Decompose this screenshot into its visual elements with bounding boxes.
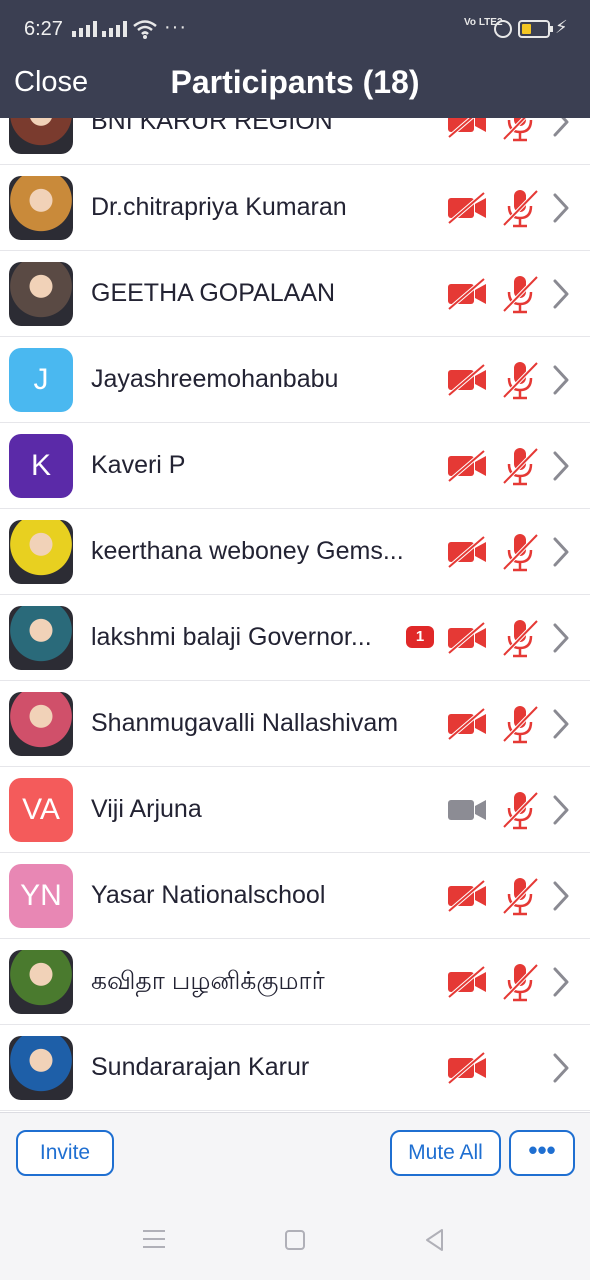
signal-icon	[72, 21, 97, 37]
invite-button[interactable]: Invite	[16, 1130, 114, 1176]
mic-muted-icon	[500, 531, 540, 573]
participant-row[interactable]: J Jayashreemohanbabu	[0, 337, 590, 423]
mic-muted-icon	[500, 961, 540, 1003]
mute-all-button[interactable]: Mute All	[390, 1130, 501, 1176]
chevron-right-icon[interactable]	[551, 536, 571, 568]
avatar: J	[9, 348, 73, 412]
chevron-right-icon[interactable]	[551, 1052, 571, 1084]
more-options-button[interactable]: •••	[509, 1130, 575, 1176]
mic-muted-icon	[500, 875, 540, 917]
recent-apps-icon[interactable]	[143, 1230, 165, 1248]
chevron-right-icon[interactable]	[551, 966, 571, 998]
mic-muted-icon	[500, 273, 540, 315]
avatar	[9, 950, 73, 1014]
participant-list[interactable]: BNI KARUR REGION Dr.chitrapriya Kumaran GE…	[0, 118, 590, 1112]
avatar: YN	[9, 864, 73, 928]
video-off-icon	[446, 275, 488, 313]
chevron-right-icon[interactable]	[551, 794, 571, 826]
chevron-right-icon[interactable]	[551, 118, 571, 138]
avatar	[9, 118, 73, 154]
participant-name: Yasar Nationalschool	[91, 881, 326, 909]
chevron-right-icon[interactable]	[551, 450, 571, 482]
video-off-icon	[446, 189, 488, 227]
back-icon[interactable]	[424, 1228, 446, 1252]
page-title: Participants (18)	[170, 64, 420, 100]
participant-row[interactable]: VA Viji Arjuna	[0, 767, 590, 853]
video-off-icon	[446, 447, 488, 485]
status-time: 6:27	[24, 18, 63, 40]
more-notifications: ···	[164, 16, 187, 38]
video-off-icon	[446, 533, 488, 571]
chevron-right-icon[interactable]	[551, 622, 571, 654]
signal-icon	[102, 21, 127, 37]
participant-name: Shanmugavalli Nallashivam	[91, 709, 399, 737]
participant-name: Dr.chitrapriya Kumaran	[91, 193, 347, 221]
video-off-icon	[446, 1049, 488, 1087]
participant-row[interactable]: Shanmugavalli Nallashivam	[0, 681, 590, 767]
participant-name: Jayashreemohanbabu	[91, 365, 339, 393]
chevron-right-icon[interactable]	[551, 364, 571, 396]
avatar	[9, 176, 73, 240]
participant-name: கவிதா பழனிக்குமார்	[91, 967, 325, 995]
avatar	[9, 520, 73, 584]
charging-icon: ⚡	[555, 17, 568, 37]
participant-name: BNI KARUR REGION	[91, 118, 333, 135]
participant-row[interactable]: K Kaveri P	[0, 423, 590, 509]
avatar	[9, 606, 73, 670]
participant-name: GEETHA GOPALAAN	[91, 279, 336, 307]
wifi-icon	[133, 20, 157, 39]
video-off-icon	[446, 877, 488, 915]
avatar: VA	[9, 778, 73, 842]
video-off-icon	[446, 118, 488, 141]
participant-row[interactable]: கவிதா பழனிக்குமார்	[0, 939, 590, 1025]
battery-icon	[518, 20, 553, 38]
mic-muted-icon	[500, 118, 540, 143]
mic-muted-icon	[500, 445, 540, 487]
avatar: K	[9, 434, 73, 498]
mic-muted-icon	[500, 187, 540, 229]
participant-name: Sundararajan Karur	[91, 1053, 310, 1081]
video-on-icon	[446, 791, 488, 829]
participant-row[interactable]: BNI KARUR REGION	[0, 118, 590, 165]
home-icon[interactable]	[285, 1230, 305, 1250]
video-off-icon	[446, 705, 488, 743]
unread-chat-badge: 1	[406, 626, 434, 648]
participant-row[interactable]: Dr.chitrapriya Kumaran	[0, 165, 590, 251]
chevron-right-icon[interactable]	[551, 880, 571, 912]
participant-row[interactable]: YN Yasar Nationalschool	[0, 853, 590, 939]
participant-name: Viji Arjuna	[91, 795, 202, 823]
avatar	[9, 262, 73, 326]
participant-name: Kaveri P	[91, 451, 186, 479]
alarm-icon	[494, 20, 512, 38]
participant-row[interactable]: lakshmi balaji Governor... 1	[0, 595, 590, 681]
avatar	[9, 1036, 73, 1100]
participant-row[interactable]: GEETHA GOPALAAN	[0, 251, 590, 337]
status-bar: 6:27 ··· Vo LTE2 ⚡	[0, 0, 590, 60]
system-nav-bar	[0, 1200, 590, 1280]
participant-row[interactable]: keerthana weboney Gems...	[0, 509, 590, 595]
video-off-icon	[446, 361, 488, 399]
mic-muted-icon	[500, 359, 540, 401]
mic-muted-icon	[500, 703, 540, 745]
mic-muted-icon	[500, 789, 540, 831]
participant-row[interactable]: Sundararajan Karur	[0, 1025, 590, 1111]
video-off-icon	[446, 619, 488, 657]
avatar	[9, 692, 73, 756]
participant-name: keerthana weboney Gems...	[91, 537, 404, 565]
participant-name: lakshmi balaji Governor...	[91, 623, 372, 651]
top-bar: 6:27 ··· Vo LTE2 ⚡ Close Participants (1…	[0, 0, 590, 118]
mic-muted-icon	[500, 617, 540, 659]
chevron-right-icon[interactable]	[551, 278, 571, 310]
chevron-right-icon[interactable]	[551, 708, 571, 740]
chevron-right-icon[interactable]	[551, 192, 571, 224]
video-off-icon	[446, 963, 488, 1001]
